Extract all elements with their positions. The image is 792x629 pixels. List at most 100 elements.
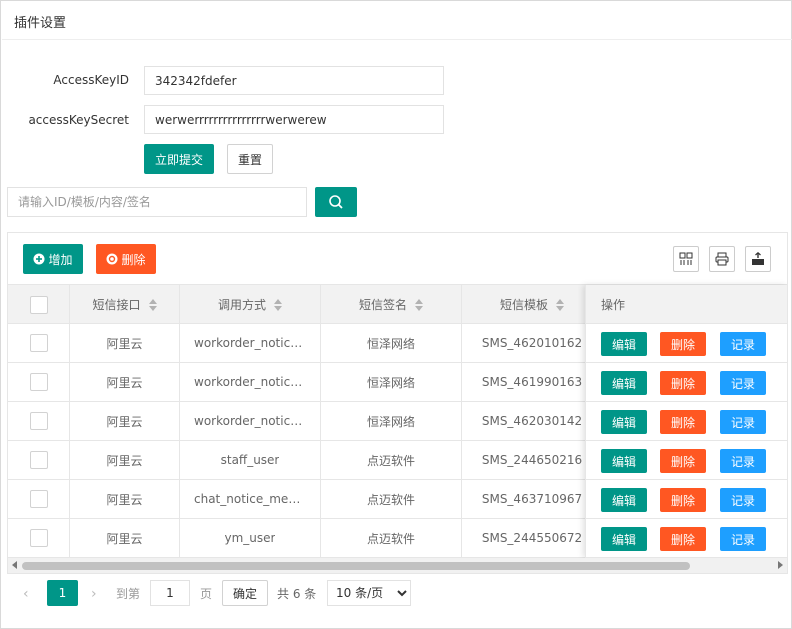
reset-button[interactable]: 重置 (227, 144, 273, 174)
ops-row: 编辑 删除 记录 (586, 402, 787, 441)
header-select-all[interactable] (8, 285, 70, 324)
search-button[interactable] (315, 187, 357, 217)
print-button[interactable] (709, 246, 735, 272)
cell-channel-text: 阿里云 (106, 492, 143, 507)
access-key-id-label: AccessKeyID (53, 73, 129, 87)
row-checkbox[interactable] (29, 529, 48, 547)
cell-sign: 恒泽网络 (321, 402, 462, 440)
row-checkbox[interactable] (29, 334, 48, 352)
current-page[interactable]: 1 (47, 580, 78, 606)
columns-filter-button[interactable] (673, 246, 699, 272)
sort-icon[interactable] (274, 298, 282, 311)
edit-button[interactable]: 编辑 (601, 410, 647, 434)
row-delete-button[interactable]: 删除 (660, 332, 706, 356)
sort-icon[interactable] (415, 298, 423, 311)
header-sign[interactable]: 短信签名 (321, 285, 462, 324)
cell-template-text: SMS_461990163 (481, 375, 583, 389)
log-button[interactable]: 记录 (720, 410, 766, 434)
select-all-checkbox[interactable] (29, 295, 48, 314)
sort-icon[interactable] (556, 298, 564, 311)
edit-button[interactable]: 编辑 (601, 371, 647, 395)
row-select-cell[interactable] (8, 441, 70, 479)
plus-circle-icon (33, 253, 45, 265)
log-button[interactable]: 记录 (720, 371, 766, 395)
page-size-select[interactable]: 10 条/页 (327, 580, 411, 606)
cell-template-text: SMS_244550672 (481, 531, 583, 545)
export-button[interactable] (745, 246, 771, 272)
cell-template-text: SMS_244650216 (481, 453, 583, 467)
row-select-cell[interactable] (8, 480, 70, 518)
plugin-settings-panel: 插件设置 AccessKeyID accessKeySecret 立即提交 重置… (0, 0, 792, 629)
cell-template: SMS_244650216 (462, 441, 603, 479)
log-button[interactable]: 记录 (720, 488, 766, 512)
scroll-left-icon[interactable] (12, 561, 17, 569)
cell-channel-text: 阿里云 (106, 531, 143, 546)
cell-sign: 点迈软件 (321, 441, 462, 479)
log-button[interactable]: 记录 (720, 527, 766, 551)
cell-template: SMS_463710967 (462, 480, 603, 518)
row-select-cell[interactable] (8, 363, 70, 401)
edit-button[interactable]: 编辑 (601, 527, 647, 551)
cell-call-method: chat_notice_message (180, 480, 321, 518)
cell-call-method: workorder_notice_handle (180, 402, 321, 440)
edit-button[interactable]: 编辑 (601, 449, 647, 473)
goto-confirm-button[interactable]: 确定 (222, 580, 268, 606)
scroll-right-icon[interactable] (778, 561, 783, 569)
row-checkbox[interactable] (29, 373, 48, 391)
log-button[interactable]: 记录 (720, 332, 766, 356)
header-template[interactable]: 短信模板 (462, 285, 603, 324)
delete-circle-icon (106, 253, 118, 265)
header-channel[interactable]: 短信接口 (70, 285, 180, 324)
cell-channel-text: 阿里云 (106, 453, 143, 468)
cell-template-text: SMS_462030142 (481, 414, 583, 428)
cell-call-method-text: workorder_notice_handle (194, 414, 306, 428)
cell-sign: 点迈软件 (321, 519, 462, 557)
header-sign-label: 短信签名 (358, 298, 407, 312)
access-key-id-input[interactable] (144, 66, 444, 95)
log-button[interactable]: 记录 (720, 449, 766, 473)
ops-row: 编辑 删除 记录 (586, 363, 787, 402)
row-select-cell[interactable] (8, 402, 70, 440)
row-checkbox[interactable] (29, 490, 48, 508)
edit-button[interactable]: 编辑 (601, 488, 647, 512)
cell-call-method: workorder_notice_change (180, 324, 321, 362)
total-count: 共 6 条 (277, 587, 317, 601)
access-key-secret-input[interactable] (144, 105, 444, 134)
next-page-icon[interactable]: › (91, 587, 101, 601)
delete-button[interactable]: 删除 (96, 244, 156, 274)
row-delete-button[interactable]: 删除 (660, 488, 706, 512)
page-title: 插件设置 (14, 16, 67, 31)
row-delete-button[interactable]: 删除 (660, 371, 706, 395)
cell-sign: 点迈软件 (321, 480, 462, 518)
add-button-label: 增加 (48, 252, 73, 267)
cell-template: SMS_244550672 (462, 519, 603, 557)
cell-call-method: workorder_notice_create (180, 363, 321, 401)
cell-call-method-text: workorder_notice_change (194, 336, 306, 350)
cell-sign-text: 恒泽网络 (366, 414, 415, 429)
export-icon (752, 252, 764, 265)
row-checkbox[interactable] (29, 412, 48, 430)
search-input[interactable] (7, 187, 307, 217)
row-delete-button[interactable]: 删除 (660, 449, 706, 473)
cell-sign: 恒泽网络 (321, 363, 462, 401)
ops-row: 编辑 删除 记录 (586, 519, 787, 558)
add-button[interactable]: 增加 (23, 244, 83, 274)
row-delete-button[interactable]: 删除 (660, 410, 706, 434)
row-delete-button[interactable]: 删除 (660, 527, 706, 551)
row-select-cell[interactable] (8, 519, 70, 557)
cell-template-text: SMS_463710967 (481, 492, 583, 506)
sort-icon[interactable] (148, 298, 157, 311)
goto-page-input[interactable] (150, 580, 190, 606)
ops-row: 编辑 删除 记录 (586, 441, 787, 480)
scroll-thumb[interactable] (22, 562, 690, 570)
row-checkbox[interactable] (29, 451, 48, 469)
edit-button[interactable]: 编辑 (601, 332, 647, 356)
prev-page-icon[interactable]: ‹ (23, 587, 33, 601)
submit-button[interactable]: 立即提交 (144, 144, 214, 174)
cell-channel: 阿里云 (70, 441, 180, 479)
horizontal-scrollbar[interactable] (8, 558, 787, 573)
page-label: 页 (200, 587, 213, 601)
panel-header: 插件设置 (2, 2, 792, 40)
header-call-method[interactable]: 调用方式 (180, 285, 321, 324)
row-select-cell[interactable] (8, 324, 70, 362)
